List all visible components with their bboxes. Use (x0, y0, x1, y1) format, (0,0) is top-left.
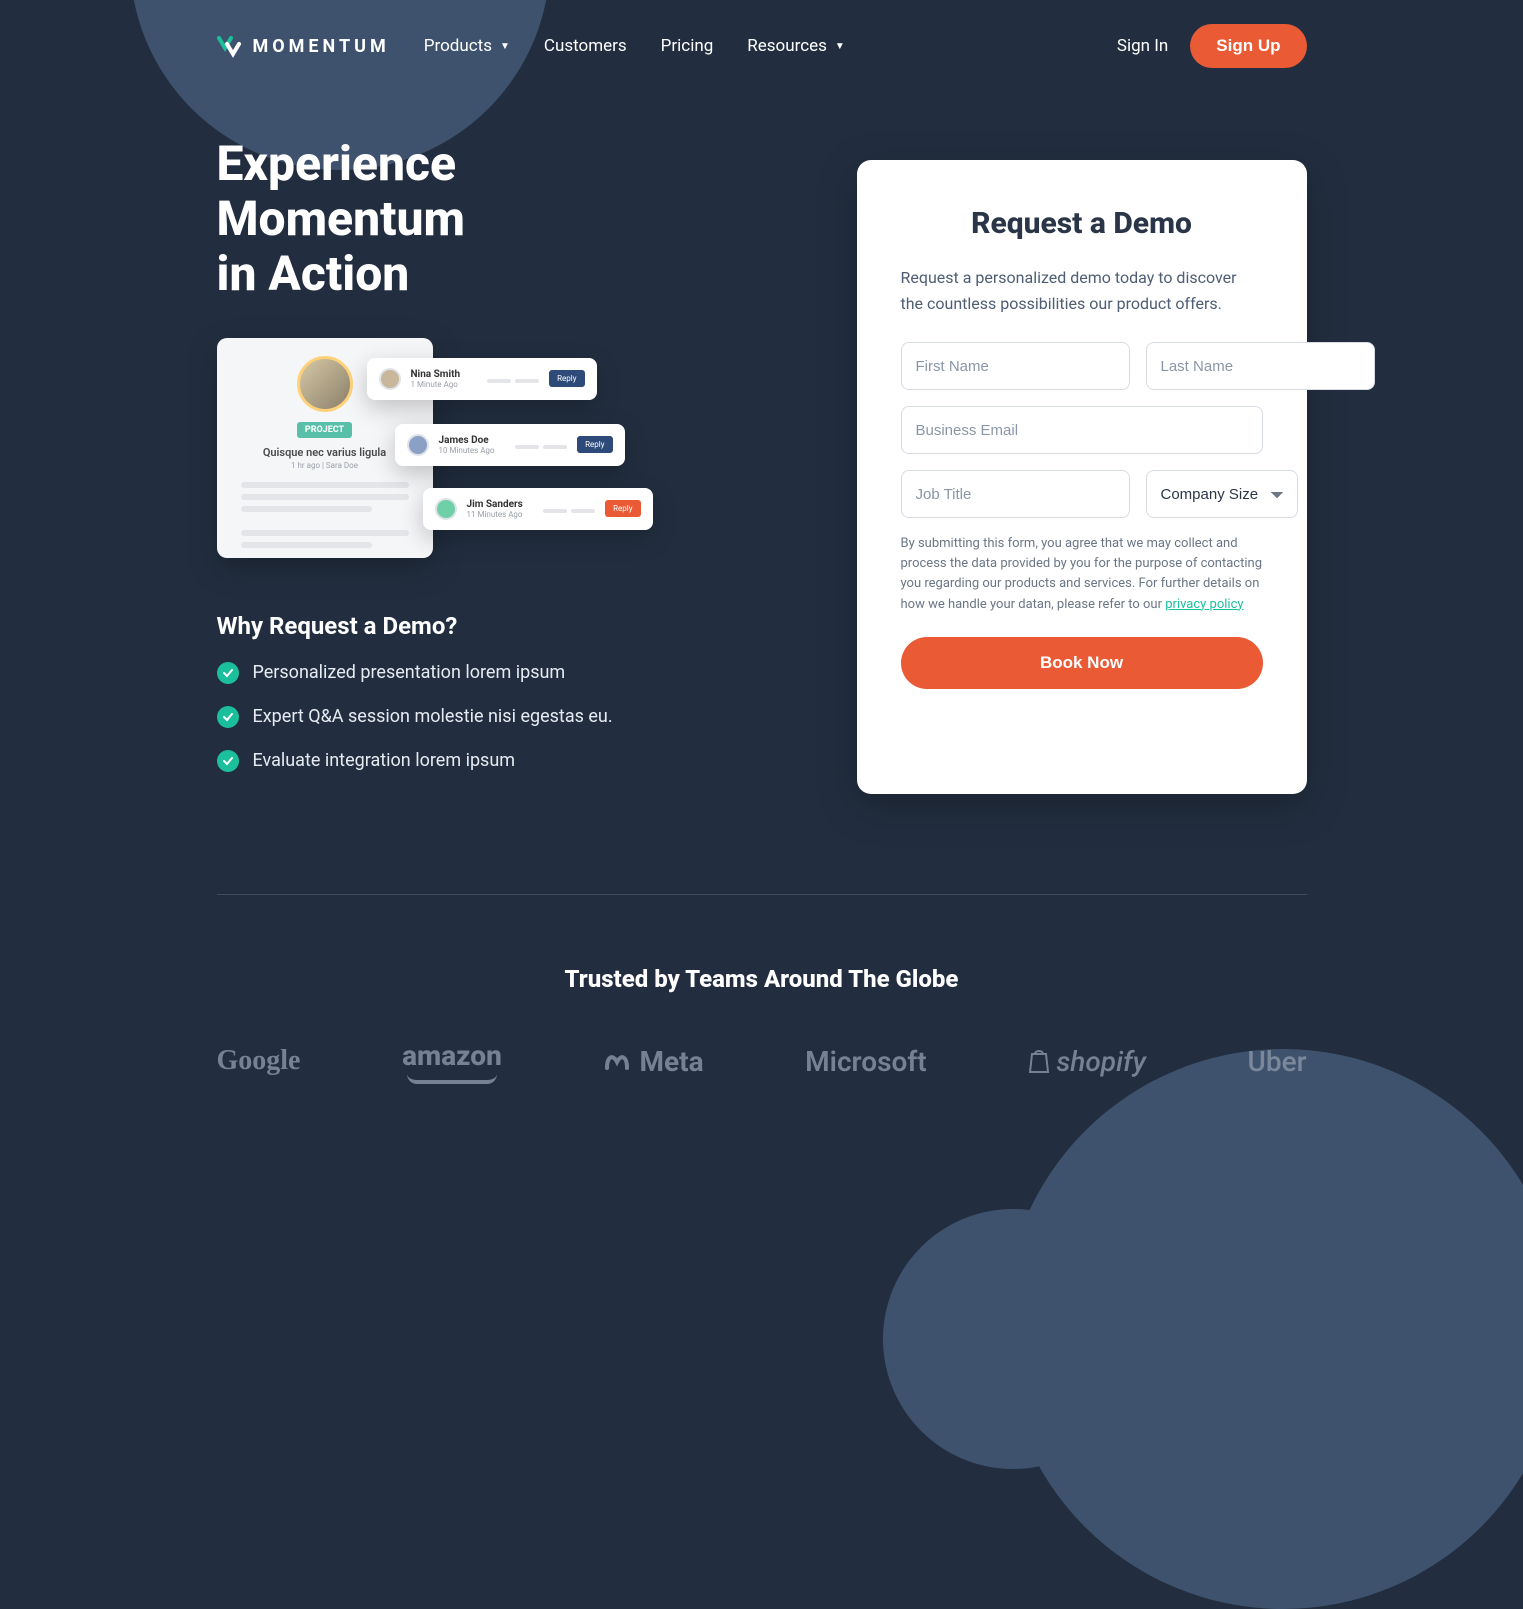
mock-chip: PROJECT (297, 422, 352, 438)
logo-google: Google (217, 1045, 301, 1077)
check-icon (217, 706, 239, 728)
benefit-item: Evaluate integration lorem ipsum (217, 750, 742, 772)
product-mockup: PROJECT Quisque nec varius ligula 1 hr a… (217, 338, 647, 578)
nav-products[interactable]: Products▼ (424, 36, 510, 56)
logo-shopify: shopify (1028, 1045, 1146, 1078)
trusted-title: Trusted by Teams Around The Globe (217, 965, 1307, 993)
avatar-icon (379, 368, 401, 390)
shopify-bag-icon (1028, 1048, 1050, 1074)
mock-avatar (297, 356, 353, 412)
avatar-icon (407, 434, 429, 456)
reply-button: Reply (549, 370, 584, 387)
job-title-input[interactable] (901, 470, 1130, 518)
brand-name: MOMENTUM (253, 36, 390, 57)
benefit-list: Personalized presentation lorem ipsum Ex… (217, 662, 742, 772)
demo-form-card: Request a Demo Request a personalized de… (857, 160, 1307, 794)
mock-comment-2: James Doe 10 Minutes Ago Reply (395, 424, 625, 466)
section-divider (217, 894, 1307, 895)
mock-comment-1: Nina Smith 1 Minute Ago Reply (367, 358, 597, 400)
nav-pricing[interactable]: Pricing (661, 36, 714, 56)
chevron-down-icon: ▼ (500, 41, 510, 52)
mock-post-meta: 1 hr ago | Sara Doe (231, 461, 419, 470)
amazon-smile-icon (407, 1074, 497, 1084)
business-email-input[interactable] (901, 406, 1263, 454)
nav-resources[interactable]: Resources ▼ (747, 36, 845, 56)
logo-microsoft: Microsoft (805, 1045, 927, 1078)
check-icon (217, 750, 239, 772)
check-icon (217, 662, 239, 684)
form-lead: Request a personalized demo today to dis… (901, 265, 1263, 316)
logo-meta: Meta (603, 1045, 703, 1078)
meta-icon (603, 1050, 633, 1072)
last-name-input[interactable] (1146, 342, 1375, 390)
trusted-section: Trusted by Teams Around The Globe Google… (217, 965, 1307, 1124)
avatar-icon (435, 498, 457, 520)
benefit-item: Expert Q&A session molestie nisi egestas… (217, 706, 742, 728)
company-size-select[interactable]: Company Size (1146, 470, 1298, 518)
mock-post-title: Quisque nec varius ligula (231, 446, 419, 459)
why-title: Why Request a Demo? (217, 612, 742, 640)
reply-button: Reply (605, 500, 640, 517)
brand-logo[interactable]: MOMENTUM (217, 34, 390, 58)
benefit-item: Personalized presentation lorem ipsum (217, 662, 742, 684)
first-name-input[interactable] (901, 342, 1130, 390)
chevron-down-icon: ▼ (835, 41, 845, 52)
privacy-policy-link[interactable]: privacy policy (1165, 597, 1243, 612)
top-nav: MOMENTUM Products▼ Customers Pricing Res… (217, 0, 1307, 92)
brand-mark-icon (217, 34, 243, 58)
hero-left: Experience Momentum in Action PROJECT Qu… (217, 136, 742, 794)
hero-title: Experience Momentum in Action (217, 136, 742, 302)
reply-button: Reply (577, 436, 612, 453)
mock-comment-3: Jim Sanders 11 Minutes Ago Reply (423, 488, 653, 530)
logo-amazon: amazon (402, 1039, 502, 1084)
nav-customers[interactable]: Customers (544, 36, 627, 56)
logo-row: Google amazon Meta Microsoft shopify Ube… (217, 1039, 1307, 1084)
signup-button[interactable]: Sign Up (1190, 24, 1306, 68)
book-now-button[interactable]: Book Now (901, 637, 1263, 689)
logo-uber: Uber (1248, 1045, 1307, 1078)
form-disclaimer: By submitting this form, you agree that … (901, 534, 1263, 615)
signin-link[interactable]: Sign In (1117, 36, 1168, 56)
form-title: Request a Demo (901, 206, 1263, 241)
